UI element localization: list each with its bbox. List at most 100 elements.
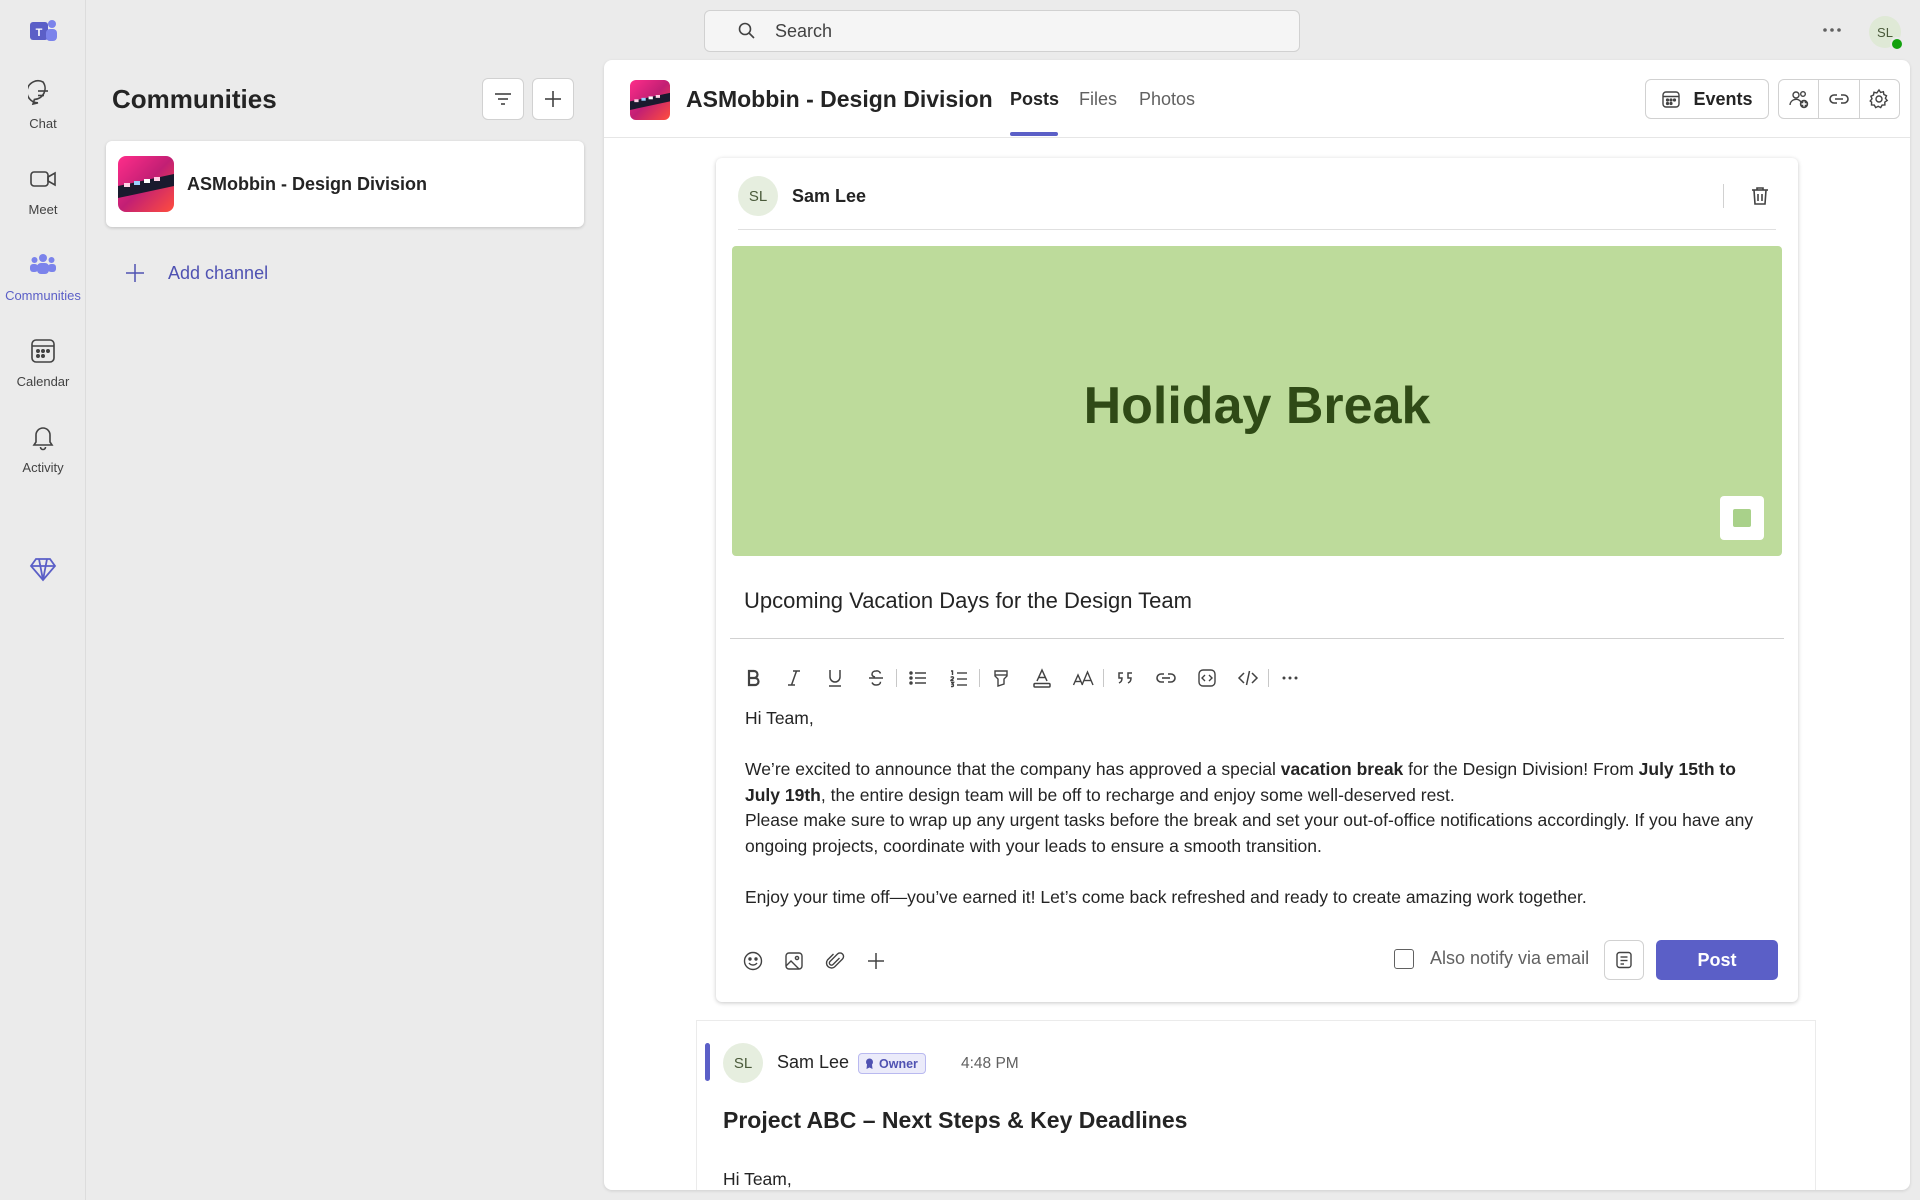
author-avatar[interactable]: SL bbox=[723, 1043, 763, 1083]
font-color-icon bbox=[1032, 668, 1051, 688]
calendar-icon bbox=[1662, 91, 1681, 108]
plus-icon bbox=[126, 264, 144, 282]
channel-card[interactable]: ASMobbin - Design Division bbox=[106, 141, 584, 227]
author-name: Sam Lee bbox=[792, 186, 867, 206]
numbered-list-button[interactable] bbox=[938, 658, 979, 698]
highlighter-icon bbox=[993, 670, 1008, 687]
rail-item-communities[interactable]: Communities bbox=[0, 250, 86, 326]
people-add-icon bbox=[1788, 91, 1808, 109]
divider bbox=[1723, 184, 1724, 208]
italic-icon bbox=[787, 670, 800, 686]
author-avatar: SL bbox=[738, 176, 778, 216]
owner-badge: Owner bbox=[858, 1053, 926, 1074]
code-icon bbox=[1237, 670, 1258, 686]
add-community-button[interactable] bbox=[532, 78, 574, 120]
banner-headline[interactable]: Holiday Break bbox=[732, 376, 1782, 436]
highlight-button[interactable] bbox=[980, 658, 1021, 698]
schedule-post-button[interactable] bbox=[1604, 940, 1644, 980]
bold-icon bbox=[747, 669, 760, 687]
tab-photos[interactable]: Photos bbox=[1139, 89, 1195, 110]
rail-item-chat[interactable]: Chat bbox=[0, 78, 86, 154]
author-name[interactable]: Sam Lee bbox=[777, 1052, 849, 1073]
copy-link-button[interactable] bbox=[1819, 80, 1860, 118]
filter-button[interactable] bbox=[482, 78, 524, 120]
tab-posts[interactable]: Posts bbox=[1010, 89, 1059, 110]
post-item[interactable]: SL Sam Lee Owner 4:48 PM Project ABC – N… bbox=[696, 1020, 1816, 1190]
community-thumbnail bbox=[630, 80, 670, 120]
attach-file-button[interactable] bbox=[814, 941, 855, 981]
bold-button[interactable] bbox=[732, 658, 773, 698]
insert-image-button[interactable] bbox=[773, 941, 814, 981]
notify-email-checkbox[interactable] bbox=[1394, 948, 1414, 969]
notify-email-option[interactable]: Also notify via email bbox=[1394, 948, 1589, 969]
add-channel-button[interactable]: Add channel bbox=[124, 262, 268, 284]
color-swatch-icon bbox=[1733, 509, 1751, 527]
post-title: Project ABC – Next Steps & Key Deadlines bbox=[723, 1107, 1188, 1133]
presence-available-icon bbox=[1890, 37, 1904, 51]
banner-background-button[interactable] bbox=[1720, 496, 1764, 540]
subject-input[interactable] bbox=[744, 588, 1764, 614]
post-timestamp: 4:48 PM bbox=[961, 1055, 1019, 1072]
font-size-button[interactable] bbox=[1062, 658, 1103, 698]
quote-button[interactable] bbox=[1104, 658, 1145, 698]
gear-icon bbox=[1869, 88, 1889, 109]
add-members-button[interactable] bbox=[1779, 80, 1820, 118]
more-apps-button[interactable] bbox=[855, 941, 896, 981]
user-avatar[interactable]: SL bbox=[1869, 16, 1904, 51]
font-color-button[interactable] bbox=[1021, 658, 1062, 698]
bell-icon bbox=[32, 427, 54, 451]
post-body-preview: Hi Team, bbox=[723, 1169, 792, 1189]
avatar-initials: SL bbox=[1877, 24, 1893, 40]
notify-email-label: Also notify via email bbox=[1430, 948, 1590, 968]
bullet-list-icon bbox=[908, 671, 926, 685]
community-thumbnail bbox=[118, 156, 174, 212]
rail-item-calendar[interactable]: Calendar bbox=[0, 336, 86, 412]
underline-icon bbox=[828, 670, 841, 687]
search-box[interactable] bbox=[704, 10, 1300, 52]
rail-item-meet[interactable]: Meet bbox=[0, 164, 86, 240]
divider bbox=[730, 638, 1784, 639]
body-paragraph-3: Enjoy your time off—you’ve earned it! Le… bbox=[745, 886, 1587, 907]
search-input[interactable] bbox=[775, 20, 1255, 42]
code-snippet-button[interactable] bbox=[1186, 658, 1227, 698]
premium-diamond-icon[interactable] bbox=[27, 553, 59, 585]
ribbon-icon bbox=[866, 1058, 873, 1069]
inline-code-button[interactable] bbox=[1227, 658, 1268, 698]
schedule-icon bbox=[1616, 951, 1632, 969]
communities-icon bbox=[30, 254, 56, 274]
teams-logo-icon[interactable]: T bbox=[26, 14, 60, 48]
paperclip-icon bbox=[825, 952, 844, 969]
events-label: Events bbox=[1693, 88, 1753, 109]
rail-item-activity[interactable]: Activity bbox=[0, 422, 86, 498]
strikethrough-icon bbox=[868, 670, 883, 686]
channel-title: ASMobbin - Design Division bbox=[686, 86, 993, 112]
insert-link-button[interactable] bbox=[1145, 658, 1186, 698]
numbered-list-icon bbox=[949, 670, 967, 688]
compose-actions bbox=[732, 940, 896, 982]
link-icon bbox=[1155, 673, 1176, 683]
underline-button[interactable] bbox=[814, 658, 855, 698]
italic-button[interactable] bbox=[773, 658, 814, 698]
discard-draft-button[interactable] bbox=[1746, 182, 1774, 210]
post-button[interactable]: Post bbox=[1656, 940, 1778, 980]
image-icon bbox=[784, 952, 803, 970]
chat-icon bbox=[28, 80, 48, 106]
owner-badge-label: Owner bbox=[879, 1056, 918, 1071]
settings-button[interactable] bbox=[1860, 80, 1899, 118]
more-options-button[interactable] bbox=[1816, 14, 1848, 46]
app-rail: T Chat Meet Communities Calendar Activit… bbox=[0, 0, 86, 1200]
emoji-button[interactable] bbox=[732, 941, 773, 981]
unread-indicator bbox=[705, 1043, 710, 1081]
formatting-toolbar bbox=[732, 658, 1310, 698]
tab-files[interactable]: Files bbox=[1079, 89, 1117, 110]
announcement-banner: Holiday Break bbox=[732, 246, 1782, 556]
strikethrough-button[interactable] bbox=[855, 658, 896, 698]
message-body-editor[interactable]: Hi Team, We’re excited to announce that … bbox=[745, 706, 1775, 910]
rail-label: Activity bbox=[22, 460, 64, 475]
panel-title: Communities bbox=[112, 84, 277, 114]
bulleted-list-button[interactable] bbox=[897, 658, 938, 698]
header-actions bbox=[1778, 79, 1900, 119]
divider bbox=[738, 229, 1776, 230]
events-button[interactable]: Events bbox=[1645, 79, 1769, 119]
more-formatting-button[interactable] bbox=[1269, 658, 1310, 698]
